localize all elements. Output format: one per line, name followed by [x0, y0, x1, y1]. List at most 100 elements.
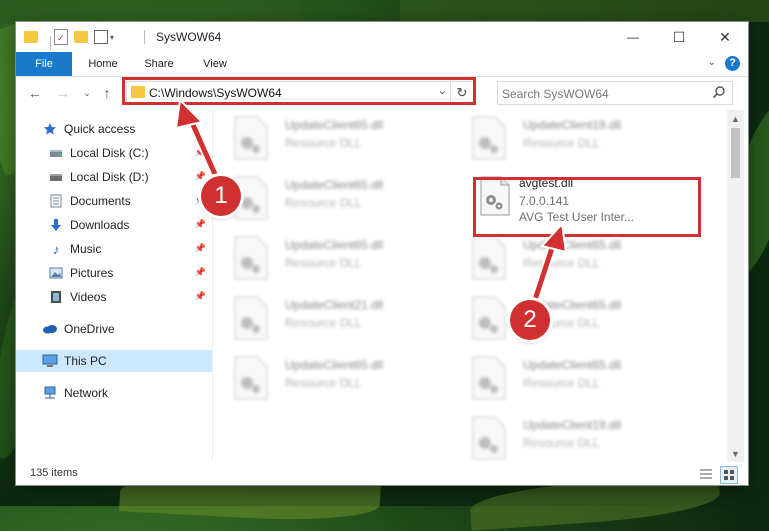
file-type: Resource DLL [285, 316, 362, 330]
list-item[interactable]: UpdateClient65.dll Resource DLL [451, 290, 681, 346]
file-type: Resource DLL [523, 136, 600, 150]
details-view-button[interactable] [698, 466, 714, 482]
list-item[interactable]: UpdateClient19.dll Resource DLL [451, 110, 681, 166]
arrow-left-icon: ← [28, 85, 42, 101]
list-item[interactable]: UpdateClient65.dll Resource DLL [213, 350, 443, 406]
sidebar-item-local-disk-d[interactable]: Local Disk (D:) 📌 [16, 166, 212, 188]
pin-icon[interactable]: 📌 [195, 147, 206, 158]
tab-home[interactable]: Home [76, 52, 130, 76]
address-highlight-box [122, 77, 476, 105]
pin-icon[interactable]: 📌 [195, 243, 206, 254]
tab-share[interactable]: Share [132, 52, 186, 76]
file-name: UpdateClient65.dll [285, 238, 384, 252]
dll-file-icon [234, 116, 268, 160]
sidebar-item-videos[interactable]: Videos 📌 [16, 286, 212, 308]
dll-file-icon [472, 236, 506, 280]
sidebar-item-label: OneDrive [64, 322, 115, 336]
tab-file[interactable]: File [16, 52, 72, 76]
folder-icon[interactable] [24, 31, 38, 43]
window-title: SysWOW64 [156, 30, 222, 44]
help-button[interactable]: ? [725, 56, 740, 71]
quick-access-toolbar: ✓ ▾ [24, 28, 114, 50]
divider [144, 30, 145, 44]
sidebar-item-label: Documents [70, 194, 131, 208]
sidebar-item-network[interactable]: Network [16, 382, 212, 404]
file-type: Resource DLL [285, 196, 362, 210]
pin-icon[interactable]: 📌 [195, 267, 206, 278]
network-icon [42, 385, 58, 401]
item-count: 135 items [30, 467, 78, 479]
sidebar-item-label: Network [64, 386, 109, 400]
divider [50, 36, 51, 50]
arrow-right-icon: → [56, 85, 70, 101]
sidebar-item-onedrive[interactable]: OneDrive [16, 318, 212, 340]
list-item[interactable]: UpdateClient65.dll Resource DLL [213, 170, 443, 226]
file-name: UpdateClient19.dll [523, 118, 622, 132]
sidebar-item-downloads[interactable]: Downloads 📌 [16, 214, 212, 236]
maximize-button[interactable]: ☐ [656, 22, 702, 52]
details-view-icon [700, 469, 712, 479]
step-2-badge: 2 [510, 300, 550, 340]
expand-ribbon-icon[interactable]: ⌄ [708, 57, 716, 68]
up-button[interactable]: ↑ [98, 84, 116, 102]
title-bar: ✓ ▾ SysWOW64 — ☐ ✕ [16, 22, 748, 52]
file-list: UpdateClient65.dll Resource DLL UpdateCl… [213, 110, 727, 462]
sidebar-item-local-disk-c[interactable]: Local Disk (C:) 📌 [16, 142, 212, 164]
search-box[interactable] [497, 81, 733, 106]
pin-icon[interactable]: 📌 [195, 219, 206, 230]
pin-icon[interactable]: 📌 [195, 291, 206, 302]
document-icon [48, 193, 64, 209]
cloud-icon [42, 321, 58, 337]
recent-locations-button[interactable]: ⌄ [78, 84, 96, 102]
list-item[interactable]: UpdateClient65.dll Resource DLL [213, 110, 443, 166]
view-options-icon[interactable] [94, 30, 108, 44]
music-icon: ♪ [52, 241, 60, 257]
sidebar-item-label: Videos [70, 290, 107, 304]
sidebar-item-quick-access[interactable]: Quick access [16, 118, 212, 140]
sidebar-item-pictures[interactable]: Pictures 📌 [16, 262, 212, 284]
drive-icon [48, 145, 64, 161]
tiles-view-button[interactable] [720, 466, 738, 484]
status-bar: 135 items [16, 462, 748, 485]
close-button[interactable]: ✕ [702, 22, 748, 52]
pin-icon[interactable]: 📌 [195, 171, 206, 182]
navigation-pane: Quick access Local Disk (C:) 📌 Local Dis… [16, 110, 212, 462]
tab-view[interactable]: View [188, 52, 242, 76]
download-icon [48, 217, 64, 233]
dll-file-icon [472, 296, 506, 340]
forward-button[interactable]: → [54, 84, 72, 102]
list-item[interactable]: UpdateClient21.dll Resource DLL [213, 290, 443, 346]
list-item[interactable]: UpdateClient65.dll Resource DLL [451, 350, 681, 406]
new-folder-icon[interactable] [74, 31, 88, 43]
star-icon [42, 121, 58, 137]
file-name: UpdateClient65.dll [285, 358, 384, 372]
file-type: Resource DLL [285, 376, 362, 390]
search-input[interactable] [498, 82, 704, 106]
minimize-button[interactable]: — [610, 22, 656, 52]
step-1-badge: 1 [201, 176, 241, 216]
properties-icon[interactable]: ✓ [54, 29, 68, 45]
maximize-icon: ☐ [672, 28, 686, 45]
scroll-down-arrow[interactable]: ▼ [727, 445, 744, 462]
arrow-up-icon: ↑ [103, 85, 111, 101]
scroll-up-arrow[interactable]: ▲ [727, 110, 744, 127]
sidebar-item-label: Music [70, 242, 102, 256]
list-item[interactable]: UpdateClient19.dll Resource DLL [451, 410, 681, 462]
file-type: Resource DLL [285, 256, 362, 270]
file-name: UpdateClient65.dll [285, 118, 384, 132]
scroll-thumb[interactable] [731, 128, 740, 178]
sidebar-item-music[interactable]: ♪ Music 📌 [16, 238, 212, 260]
list-item[interactable]: UpdateClient65.dll Resource DLL [213, 230, 443, 286]
file-type: Resource DLL [285, 136, 362, 150]
tiles-view-icon [724, 470, 734, 480]
vertical-scrollbar[interactable]: ▲ ▼ [727, 110, 744, 462]
search-icon [712, 86, 725, 99]
list-item[interactable]: UpdateClient65.dll Resource DLL [451, 230, 681, 286]
chevron-down-icon[interactable]: ▾ [110, 33, 114, 42]
dll-file-icon [472, 116, 506, 160]
navigation-bar: ← → ⌄ ↑ C:\Windows\SysWOW64 ⌄ ↻ [16, 77, 748, 109]
back-button[interactable]: ← [26, 84, 44, 102]
sidebar-item-this-pc[interactable]: This PC [16, 350, 212, 372]
file-name: UpdateClient21.dll [285, 298, 384, 312]
sidebar-item-documents[interactable]: Documents 📌 [16, 190, 212, 212]
